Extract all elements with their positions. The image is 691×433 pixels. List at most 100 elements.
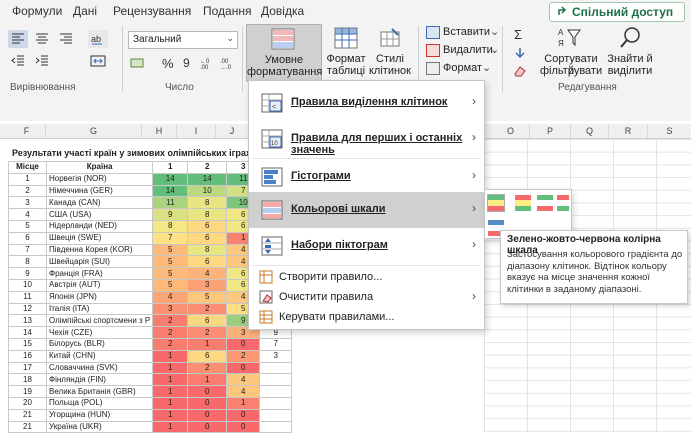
country-cell[interactable]: Німеччина (GER) [45, 184, 154, 198]
extra-cell[interactable] [259, 373, 293, 387]
place-cell[interactable]: 15 [8, 337, 47, 351]
find-select-button[interactable]: Знайти й виділити [604, 24, 656, 80]
medal-cell[interactable]: 5 [187, 290, 228, 304]
medal-cell[interactable]: 0 [187, 420, 228, 433]
percent-button[interactable]: % [158, 54, 178, 72]
column-header[interactable]: G [46, 124, 142, 138]
country-cell[interactable]: Чехія (CZE) [45, 326, 154, 339]
extra-cell[interactable] [259, 408, 293, 422]
country-cell[interactable]: Велика Британія (GBR) [45, 385, 154, 398]
place-cell[interactable]: 9 [8, 267, 47, 280]
align-left-button[interactable] [8, 30, 28, 48]
country-cell[interactable]: Китай (CHN) [45, 349, 154, 363]
comma-style-button[interactable]: 9 [178, 54, 198, 72]
place-cell[interactable]: 7 [8, 243, 47, 257]
country-cell[interactable]: Швейцарія (SUI) [45, 255, 154, 269]
medal-cell[interactable]: 0 [226, 408, 261, 422]
medal-cell[interactable]: 1 [152, 420, 189, 433]
country-cell[interactable]: Олімпійські спортсмени з Р [45, 314, 154, 328]
medal-cell[interactable]: 0 [187, 408, 228, 422]
align-center-button[interactable] [32, 30, 52, 48]
decrease-decimal-button[interactable]: .00 →.0 [218, 54, 238, 72]
extra-cell[interactable] [259, 396, 293, 410]
place-cell[interactable]: 1 [8, 172, 47, 186]
scale-green-yellow-red[interactable] [487, 194, 505, 212]
medal-cell[interactable]: 2 [187, 302, 228, 316]
medal-cell[interactable]: 0 [187, 385, 228, 398]
currency-button[interactable] [128, 54, 148, 72]
medal-cell[interactable]: 1 [187, 337, 228, 351]
menu-item-manage-rules[interactable]: Керувати правилами... [249, 307, 484, 327]
column-header[interactable]: P [530, 124, 571, 138]
medal-cell[interactable]: 1 [187, 373, 228, 387]
place-cell[interactable]: 13 [8, 314, 47, 328]
column-heading[interactable]: Місце [8, 161, 47, 174]
medal-cell[interactable]: 1 [152, 408, 189, 422]
medal-cell[interactable]: 6 [187, 314, 228, 328]
medal-cell[interactable]: 11 [152, 196, 189, 210]
column-header[interactable]: J [216, 124, 249, 138]
medal-cell[interactable]: 2 [226, 349, 261, 363]
fill-button[interactable] [510, 44, 530, 62]
place-cell[interactable]: 17 [8, 361, 47, 375]
medal-cell[interactable]: 1 [152, 396, 189, 410]
cell-styles-button[interactable]: Стилі клітинок [368, 24, 412, 80]
menu-item-clear-rules[interactable]: Очистити правила › [249, 287, 484, 307]
medal-cell[interactable]: 1 [152, 349, 189, 363]
medal-cell[interactable]: 2 [152, 337, 189, 351]
medal-cell[interactable]: 5 [152, 255, 189, 269]
column-header[interactable]: F [8, 124, 46, 138]
sort-filter-button[interactable]: AЯ Сортувати й фільтрувати [540, 24, 602, 80]
place-cell[interactable]: 3 [8, 196, 47, 210]
medal-cell[interactable]: 6 [187, 349, 228, 363]
menu-item-data-bars[interactable]: Гістограми › [249, 159, 484, 195]
medal-cell[interactable]: 1 [226, 396, 261, 410]
medal-cell[interactable]: 1 [152, 361, 189, 375]
medal-cell[interactable]: 0 [187, 396, 228, 410]
country-cell[interactable]: Польща (POL) [45, 396, 154, 410]
wrap-text-button[interactable]: ab [88, 30, 108, 48]
menu-item-color-scales[interactable]: Кольорові шкали › [249, 192, 484, 228]
medal-cell[interactable]: 4 [226, 385, 261, 398]
medal-cell[interactable]: 14 [187, 172, 228, 186]
country-cell[interactable]: Нідерланди (NED) [45, 219, 154, 233]
medal-cell[interactable]: 6 [187, 219, 228, 233]
column-heading[interactable]: Країна [45, 161, 154, 174]
medal-cell[interactable]: 7 [152, 231, 189, 245]
place-cell[interactable]: 2 [8, 184, 47, 198]
place-cell[interactable]: 21 [8, 408, 47, 422]
align-right-button[interactable] [56, 30, 76, 48]
scale-red-yellow-green[interactable] [515, 195, 531, 211]
extra-cell[interactable] [259, 420, 293, 433]
place-cell[interactable]: 21 [8, 420, 47, 433]
column-header[interactable]: S [648, 124, 691, 138]
column-header[interactable]: R [609, 124, 648, 138]
medal-cell[interactable]: 6 [187, 255, 228, 269]
format-as-table-button[interactable]: Формат таблиці [324, 24, 368, 80]
medal-cell[interactable]: 8 [187, 243, 228, 257]
place-cell[interactable]: 14 [8, 326, 47, 339]
merge-center-button[interactable] [88, 52, 108, 70]
medal-cell[interactable]: 14 [152, 172, 189, 186]
tab-review[interactable]: Рецензування [113, 4, 191, 18]
medal-cell[interactable]: 14 [152, 184, 189, 198]
column-heading[interactable]: 2 [187, 161, 228, 174]
medal-cell[interactable]: 8 [187, 208, 228, 221]
medal-cell[interactable]: 8 [187, 196, 228, 210]
medal-cell[interactable]: 2 [152, 314, 189, 328]
extra-cell[interactable] [259, 361, 293, 375]
place-cell[interactable]: 11 [8, 290, 47, 304]
medal-cell[interactable]: 2 [152, 326, 189, 339]
medal-cell[interactable]: 9 [152, 208, 189, 221]
country-cell[interactable]: Франція (FRA) [45, 267, 154, 280]
country-cell[interactable]: Україна (UKR) [45, 420, 154, 433]
country-cell[interactable]: Австрія (AUT) [45, 278, 154, 292]
medal-cell[interactable]: 5 [152, 267, 189, 280]
increase-decimal-button[interactable]: ←0.00 [198, 54, 218, 72]
medal-cell[interactable]: 3 [187, 278, 228, 292]
column-header[interactable]: I [177, 124, 216, 138]
medal-cell[interactable]: 2 [187, 361, 228, 375]
medal-cell[interactable]: 4 [187, 267, 228, 280]
country-cell[interactable]: Білорусь (BLR) [45, 337, 154, 351]
tab-help[interactable]: Довідка [261, 4, 304, 18]
